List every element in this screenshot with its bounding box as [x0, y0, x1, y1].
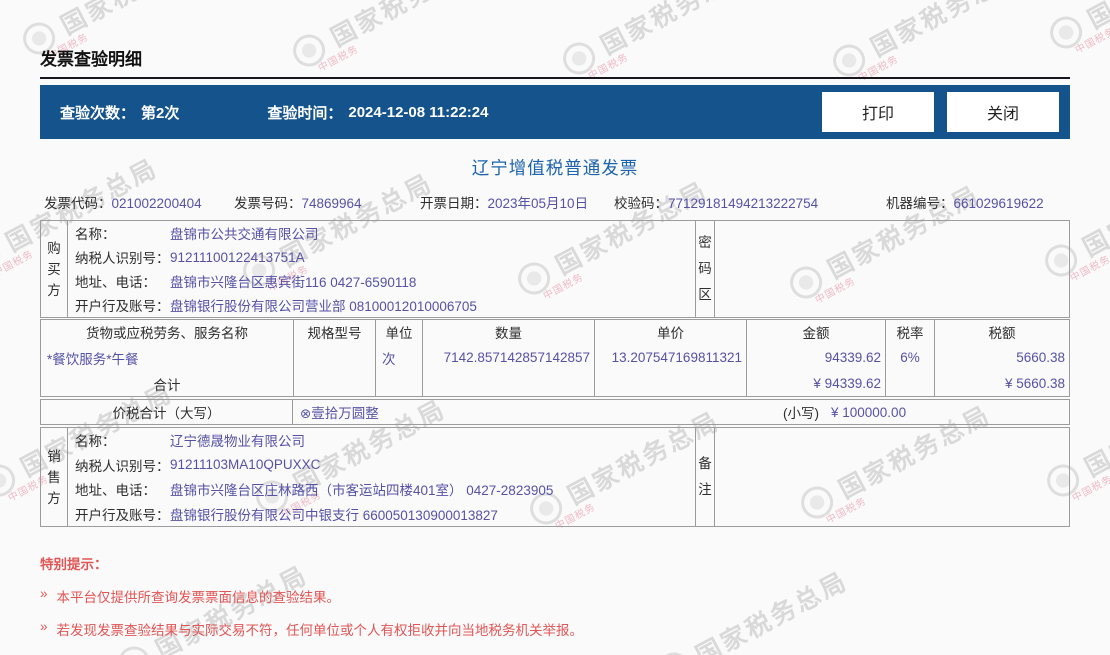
buyer-taxid-row: 纳税人识别号： 91211100122413751A	[75, 249, 305, 267]
special-notes: 特别提示： » 本平台仅提供所查询发票票面信息的查验结果。 » 若发现发票查验结果与…	[40, 553, 1070, 639]
item-qty: 7142.857142857142857	[422, 344, 594, 371]
item-price: 13.207547169811321	[594, 344, 746, 371]
total-amount: ¥ 94339.62	[746, 371, 885, 396]
total-price	[594, 371, 746, 396]
tax-emblem-icon	[652, 646, 696, 655]
check-count-label: 查验次数：	[60, 104, 136, 122]
tax-emblem-icon	[1044, 10, 1088, 55]
buyer-side-label: 购买方	[41, 221, 68, 317]
total-unit	[375, 371, 422, 396]
item-tax: 5660.38	[934, 344, 1069, 371]
check-time-value: 2024-12-08 11:22:24	[348, 103, 489, 121]
check-count: 查验次数： 第2次	[60, 102, 179, 123]
buyer-address-row: 地址、电话： 盘锦市兴隆台区惠宾街116 0427-6590118	[75, 275, 417, 290]
column-header-unit: 单位	[375, 320, 422, 344]
item-spec	[293, 344, 375, 371]
grand-total-words: ⊗壹拾万圆整	[300, 406, 379, 421]
items-table: 货物或应税劳务、服务名称 规格型号 单位 数量 单价 金额 税率 税额 *餐饮服…	[40, 319, 1070, 397]
tax-emblem-icon	[112, 640, 156, 655]
seller-bank-row: 开户行及账号： 盘锦银行股份有限公司中银支行 660050130900013827	[75, 507, 498, 523]
seller-address-row: 地址、电话： 盘锦市兴隆台区庄林路西（市客运站四楼401室） 0427-28239…	[75, 483, 554, 499]
note-item: » 若发现发票查验结果与实际交易不符，任何单位或个人有权拒收并向当地税务机关举报。	[40, 619, 584, 638]
close-button[interactable]: 关闭	[947, 92, 1059, 132]
check-count-value: 第2次	[141, 104, 180, 122]
buyer-fields: 名称： 盘锦市公共交通有限公司 纳税人识别号： 91211100122413751A…	[68, 221, 695, 317]
total-label: 合计	[153, 377, 181, 393]
remark-label: 备注	[695, 428, 715, 526]
remark-area	[715, 428, 1069, 526]
seller-fields: 名称： 辽宁德晟物业有限公司 纳税人识别号： 91211103MA10QPUXXC …	[68, 428, 695, 526]
grand-total-row: 价税合计（大写） ⊗壹拾万圆整 (小写) ¥ 100000.00	[40, 399, 1070, 425]
column-header-amount: 金额	[746, 320, 885, 344]
print-button[interactable]: 打印	[822, 92, 934, 132]
total-tax: ¥ 5660.38	[934, 371, 1069, 396]
toolbar-buttons: 打印 关闭	[822, 92, 1059, 132]
password-area-label: 密码区	[695, 221, 715, 317]
total-qty	[422, 371, 594, 396]
seller-panel: 销售方 名称： 辽宁德晟物业有限公司 纳税人识别号： 91211103MA10QPU…	[40, 427, 1070, 527]
check-time: 查验时间： 2024-12-08 11:22:24	[267, 102, 488, 123]
grand-total-figures: ¥ 100000.00	[831, 404, 907, 420]
seller-name-row: 名称： 辽宁德晟物业有限公司	[75, 434, 305, 450]
seller-taxid-row: 纳税人识别号： 91211103MA10QPUXXC	[75, 457, 321, 474]
title-divider	[40, 77, 1070, 79]
meta-invoice-number: 发票号码：74869964	[234, 196, 362, 211]
item-name: *餐饮服务*午餐	[47, 351, 139, 367]
invoice-verification-page: 国家税务总局中国税务 国家税务总局中国税务 国家税务总局中国税务 国家税务总局中…	[0, 0, 1110, 655]
note-bullet: »	[40, 586, 48, 601]
column-header-taxrate: 税率	[885, 320, 934, 344]
watermark: 国家税务总局中国税务	[1044, 0, 1110, 56]
column-header-qty: 数量	[422, 320, 594, 344]
item-amount: 94339.62	[746, 344, 885, 371]
total-spec	[293, 371, 375, 396]
column-header-spec: 规格型号	[293, 320, 375, 344]
meta-check-code: 校验码：77129181494213222754	[614, 196, 819, 211]
password-area	[715, 221, 1069, 317]
invoice-meta: 发票代码：021002200404 发票号码：74869964 开票日期：202…	[0, 192, 1110, 212]
check-time-label: 查验时间：	[267, 104, 343, 122]
column-header-name: 货物或应税劳务、服务名称	[86, 326, 248, 341]
special-notes-title: 特别提示：	[40, 557, 108, 572]
verification-toolbar: 查验次数： 第2次 查验时间： 2024-12-08 11:22:24 打印 关…	[40, 85, 1070, 139]
grand-total-label: 价税合计（大写）	[41, 400, 293, 424]
item-taxrate: 6%	[885, 344, 934, 371]
invoice-title: 辽宁增值税普通发票	[471, 158, 639, 178]
meta-invoice-code: 发票代码：021002200404	[44, 196, 202, 211]
note-bullet: »	[40, 619, 48, 634]
item-unit: 次	[375, 344, 422, 371]
column-header-price: 单价	[594, 320, 746, 344]
seller-side-label: 销售方	[41, 428, 68, 526]
meta-issue-date: 开票日期：2023年05月10日	[420, 196, 589, 211]
meta-machine-number: 机器编号：661029619622	[886, 196, 1044, 211]
buyer-bank-row: 开户行及账号： 盘锦银行股份有限公司营业部 08100012010006705	[75, 299, 477, 314]
total-taxrate	[885, 371, 934, 396]
column-header-tax: 税额	[934, 320, 1069, 344]
buyer-name-row: 名称： 盘锦市公共交通有限公司	[75, 227, 319, 242]
buyer-panel: 购买方 名称： 盘锦市公共交通有限公司 纳税人识别号： 91211100122413…	[40, 220, 1070, 318]
page-title: 发票查验明细	[40, 50, 142, 69]
note-item: » 本平台仅提供所查询发票票面信息的查验结果。	[40, 586, 341, 605]
grand-total-small-label: (小写)	[783, 406, 819, 421]
